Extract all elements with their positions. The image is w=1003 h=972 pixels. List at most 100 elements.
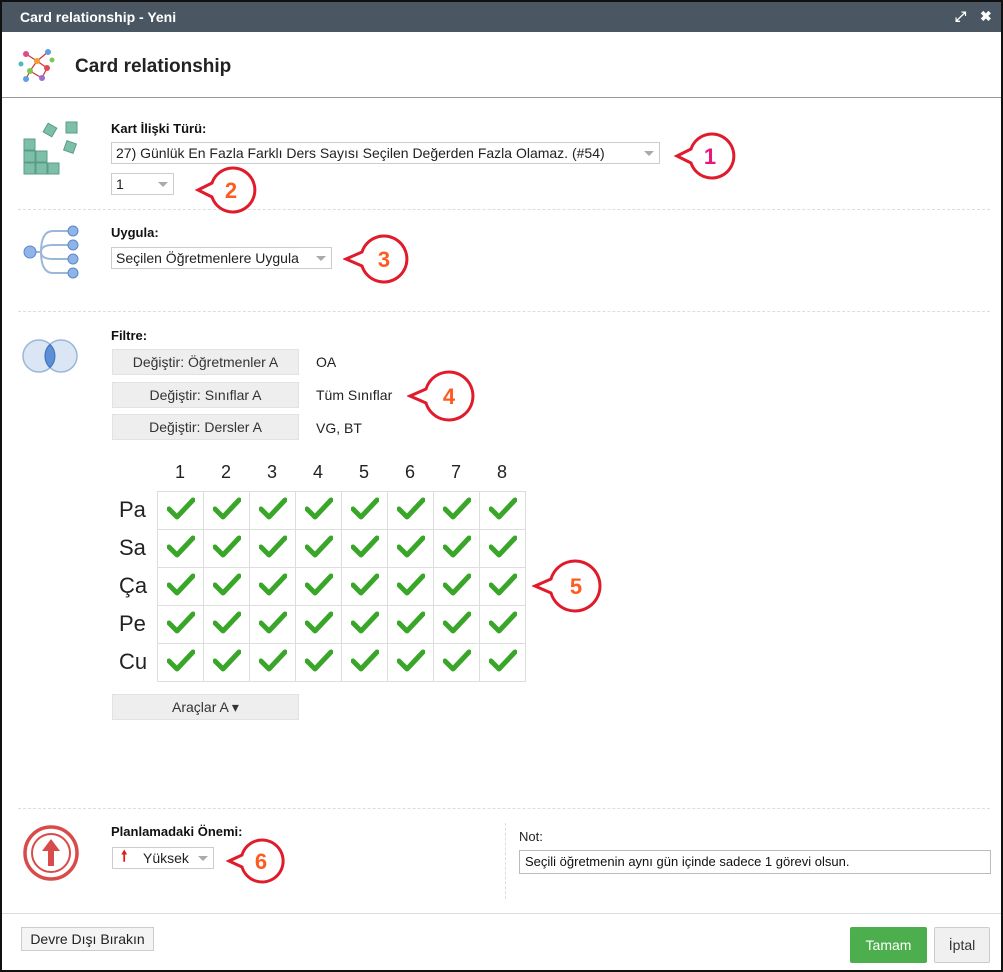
disable-button[interactable]: Devre Dışı Bırakın <box>21 927 154 951</box>
tools-button[interactable]: Araçlar A ▾ <box>112 694 299 720</box>
checkmark-icon <box>166 535 195 558</box>
grid-column-header[interactable]: 1 <box>157 462 203 483</box>
checkmark-icon <box>304 649 333 672</box>
grid-column-header[interactable]: 6 <box>387 462 433 483</box>
grid-cell[interactable] <box>341 529 388 568</box>
change-subjects-button[interactable]: Değiştir: Dersler A <box>112 414 299 440</box>
grid-cell[interactable] <box>479 643 526 682</box>
grid-cell[interactable] <box>157 605 204 644</box>
grid-cell[interactable] <box>387 643 434 682</box>
grid-row-label[interactable]: Cu <box>119 649 147 675</box>
grid-column-header[interactable]: 8 <box>479 462 525 483</box>
grid-cell[interactable] <box>433 643 480 682</box>
grid-column-header[interactable]: 2 <box>203 462 249 483</box>
grid-cell[interactable] <box>433 605 480 644</box>
grid-cell[interactable] <box>341 643 388 682</box>
grid-column-header[interactable]: 4 <box>295 462 341 483</box>
red-up-arrow-icon: 🠕 <box>121 848 128 865</box>
ok-button[interactable]: Tamam <box>850 927 927 963</box>
filter-teachers-value: OA <box>316 354 337 370</box>
checkmark-icon <box>212 649 241 672</box>
grid-cell[interactable] <box>249 491 296 530</box>
change-classes-button[interactable]: Değiştir: Sınıflar A <box>112 382 299 408</box>
callout-6-number: 6 <box>255 849 267 874</box>
grid-cell[interactable] <box>479 529 526 568</box>
window-title: Card relationship - Yeni <box>20 9 177 25</box>
checkmark-icon <box>350 649 379 672</box>
grid-cell[interactable] <box>433 529 480 568</box>
checkmark-icon <box>442 649 471 672</box>
grid-row <box>157 567 526 606</box>
checkmark-icon <box>488 611 517 634</box>
grid-cell[interactable] <box>249 643 296 682</box>
grid-cell[interactable] <box>433 491 480 530</box>
note-input[interactable]: Seçili öğretmenin aynı gün içinde sadece… <box>519 850 991 874</box>
importance-select[interactable]: 🠕 Yüksek <box>112 847 214 869</box>
checkmark-icon <box>396 497 425 520</box>
grid-row <box>157 643 526 682</box>
callout-3: 3 <box>343 234 409 284</box>
note-label: Not: <box>519 829 543 844</box>
checkmark-icon <box>166 649 195 672</box>
grid-row <box>157 491 526 530</box>
callout-3-number: 3 <box>378 247 390 272</box>
checkmark-icon <box>258 497 287 520</box>
grid-cell[interactable] <box>479 605 526 644</box>
grid-cell[interactable] <box>433 567 480 606</box>
grid-cell[interactable] <box>203 643 250 682</box>
checkmark-icon <box>304 611 333 634</box>
callout-5-number: 5 <box>570 574 582 599</box>
grid-cell[interactable] <box>203 605 250 644</box>
close-icon[interactable]: ✖ <box>980 8 992 24</box>
checkmark-icon <box>442 573 471 596</box>
value-select[interactable]: 1 <box>111 173 174 195</box>
grid-cell[interactable] <box>295 491 342 530</box>
grid-cell[interactable] <box>203 529 250 568</box>
grid-cell[interactable] <box>203 491 250 530</box>
grid-cell[interactable] <box>295 643 342 682</box>
grid-cell[interactable] <box>295 567 342 606</box>
checkmark-icon <box>166 611 195 634</box>
checkmark-icon <box>304 573 333 596</box>
cancel-button[interactable]: İptal <box>934 927 990 963</box>
checkmark-icon <box>488 649 517 672</box>
grid-cell[interactable] <box>387 605 434 644</box>
grid-cell[interactable] <box>157 643 204 682</box>
grid-cell[interactable] <box>387 567 434 606</box>
grid-cell[interactable] <box>341 567 388 606</box>
importance-select-value: Yüksek <box>143 850 189 866</box>
grid-cell[interactable] <box>387 491 434 530</box>
grid-row-label[interactable]: Ça <box>119 573 147 599</box>
grid-row <box>157 529 526 568</box>
grid-cell[interactable] <box>479 491 526 530</box>
grid-row-label[interactable]: Pa <box>119 497 146 523</box>
grid-cell[interactable] <box>341 491 388 530</box>
grid-cell[interactable] <box>295 529 342 568</box>
relation-type-select[interactable]: 27) Günlük En Fazla Farklı Ders Sayısı S… <box>111 142 660 164</box>
grid-cell[interactable] <box>295 605 342 644</box>
relation-type-value: 27) Günlük En Fazla Farklı Ders Sayısı S… <box>116 145 605 161</box>
grid-row-label[interactable]: Sa <box>119 535 146 561</box>
checkmark-icon <box>166 497 195 520</box>
grid-cell[interactable] <box>203 567 250 606</box>
grid-column-header[interactable]: 3 <box>249 462 295 483</box>
grid-cell[interactable] <box>479 567 526 606</box>
grid-cell[interactable] <box>341 605 388 644</box>
value-select-value: 1 <box>116 176 124 192</box>
grid-column-header[interactable]: 5 <box>341 462 387 483</box>
checkmark-icon <box>488 497 517 520</box>
checkmark-icon <box>212 611 241 634</box>
grid-cell[interactable] <box>157 491 204 530</box>
grid-cell[interactable] <box>249 529 296 568</box>
change-teachers-button[interactable]: Değiştir: Öğretmenler A <box>112 349 299 375</box>
apply-select[interactable]: Seçilen Öğretmenlere Uygula <box>111 247 332 269</box>
grid-cell[interactable] <box>249 605 296 644</box>
grid-row <box>157 605 526 644</box>
grid-cell[interactable] <box>249 567 296 606</box>
maximize-icon[interactable]: ⤢ <box>955 8 966 24</box>
grid-cell[interactable] <box>157 567 204 606</box>
grid-cell[interactable] <box>157 529 204 568</box>
grid-cell[interactable] <box>387 529 434 568</box>
grid-row-label[interactable]: Pe <box>119 611 146 637</box>
grid-column-header[interactable]: 7 <box>433 462 479 483</box>
